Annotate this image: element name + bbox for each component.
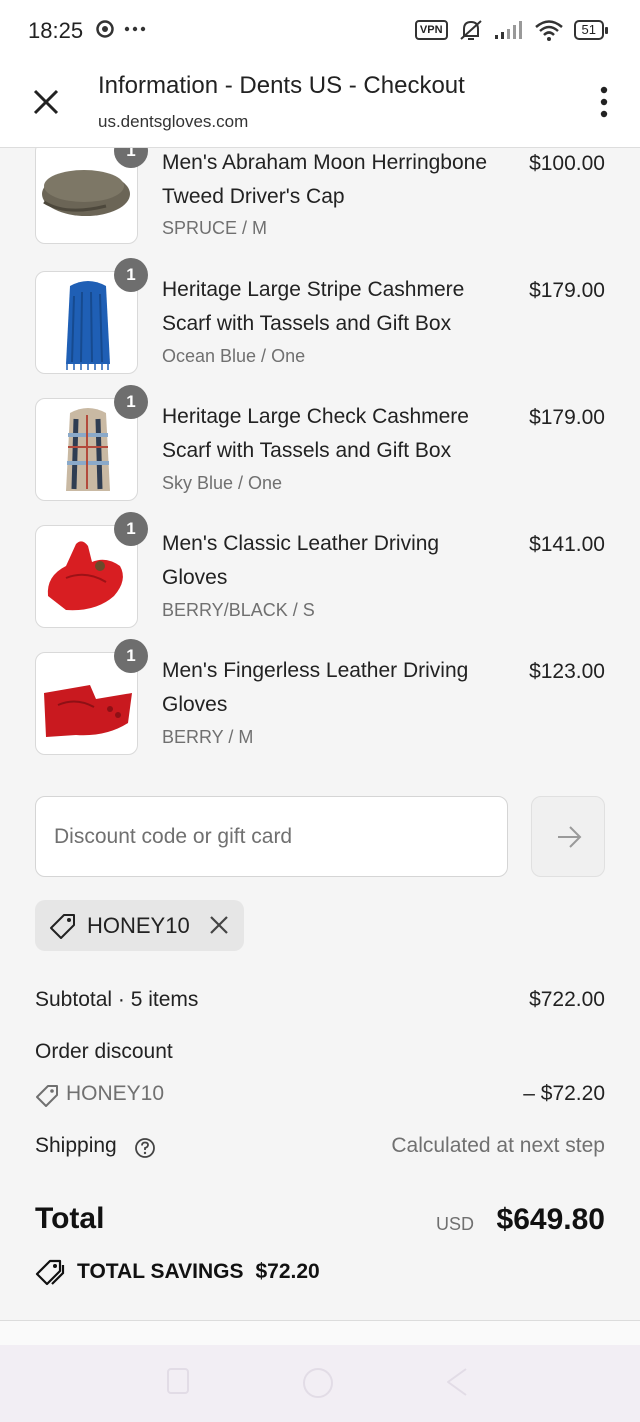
product-price: $123.00 (529, 660, 605, 683)
line-item: 1 Men's Abraham Moon Herringbone Tweed D… (0, 148, 640, 268)
applied-discount-tag: HONEY10 (35, 900, 244, 951)
back-icon[interactable] (444, 1367, 470, 1397)
product-price: $179.00 (529, 406, 605, 429)
savings-value: $72.20 (255, 1260, 320, 1283)
subtotal-label: Subtotal · 5 items (35, 988, 199, 1011)
status-bar: 18:25 VPN 51 (0, 0, 640, 62)
status-right-icons: VPN 51 (414, 18, 609, 42)
chrome-notification-icon (96, 20, 114, 38)
vpn-badge: VPN (414, 20, 448, 40)
product-title: Men's Abraham Moon Herringbone Tweed Dri… (162, 151, 488, 208)
savings-label: TOTAL SAVINGS (77, 1260, 244, 1283)
question-circle-icon[interactable] (134, 1137, 156, 1159)
line-item: 1 Heritage Large Stripe Cashmere Scarf w… (0, 258, 640, 391)
product-variant: SPRUCE / M (162, 218, 268, 238)
battery-indicator: 51 (573, 20, 609, 40)
product-variant: BERRY / M (162, 727, 254, 747)
shipping-label: Shipping (35, 1134, 117, 1157)
tag-icon (50, 914, 75, 939)
product-price: $141.00 (529, 533, 605, 556)
remove-discount-icon[interactable] (207, 913, 231, 937)
system-nav-bar (0, 1345, 640, 1422)
order-discount-label: Order discount (35, 1040, 173, 1063)
checkout-content: 1 Men's Abraham Moon Herringbone Tweed D… (0, 148, 640, 1320)
subtotal-value: $722.00 (529, 988, 605, 1011)
bottom-strip (0, 1321, 640, 1345)
shipping-value: Calculated at next step (391, 1134, 605, 1157)
discount-code-label: HONEY10 (66, 1082, 165, 1105)
product-price: $179.00 (529, 279, 605, 302)
total-savings: TOTAL SAVINGS $72.20 (35, 1258, 320, 1286)
quantity-badge: 1 (114, 512, 148, 546)
applied-discount-code: HONEY10 (87, 913, 190, 938)
product-variant: BERRY/BLACK / S (162, 600, 315, 620)
apply-discount-button[interactable] (531, 796, 605, 877)
discount-code-input[interactable] (35, 796, 508, 877)
quantity-badge: 1 (114, 258, 148, 292)
quantity-badge: 1 (114, 639, 148, 673)
recents-icon[interactable] (166, 1367, 190, 1395)
browser-header: Information - Dents US - Checkout us.den… (0, 62, 640, 148)
discount-value: – $72.20 (523, 1082, 605, 1105)
more-vertical-icon[interactable] (596, 86, 612, 118)
line-item: 1 Men's Classic Leather Driving Gloves B… (0, 512, 640, 645)
page-title: Information - Dents US - Checkout (98, 72, 465, 99)
silent-bell-icon (459, 20, 482, 40)
product-title: Men's Fingerless Leather Driving Gloves (162, 659, 469, 716)
total-value: $649.80 (496, 1203, 605, 1236)
status-left-icons (96, 20, 146, 38)
signal-icon (494, 21, 522, 39)
product-price: $100.00 (529, 152, 605, 175)
page-url[interactable]: us.dentsgloves.com (98, 112, 248, 132)
home-icon[interactable] (302, 1367, 334, 1399)
total-label: Total (35, 1202, 105, 1235)
status-time: 18:25 (28, 18, 84, 43)
quantity-badge: 1 (114, 385, 148, 419)
tag-icon (36, 1085, 58, 1107)
wifi-icon (534, 20, 563, 41)
product-variant: Ocean Blue / One (162, 346, 306, 366)
arrow-right-icon (558, 826, 582, 848)
product-title: Heritage Large Stripe Cashmere Scarf wit… (162, 278, 465, 335)
total-currency: USD (435, 1214, 474, 1234)
product-title: Men's Classic Leather Driving Gloves (162, 532, 440, 589)
product-title: Heritage Large Check Cashmere Scarf with… (162, 405, 469, 462)
close-icon[interactable] (30, 86, 62, 118)
line-item: 1 Heritage Large Check Cashmere Scarf wi… (0, 385, 640, 518)
line-item: 1 Men's Fingerless Leather Driving Glove… (0, 639, 640, 772)
more-notifications-icon (124, 26, 146, 32)
product-variant: Sky Blue / One (162, 473, 283, 493)
tags-icon (35, 1259, 65, 1286)
